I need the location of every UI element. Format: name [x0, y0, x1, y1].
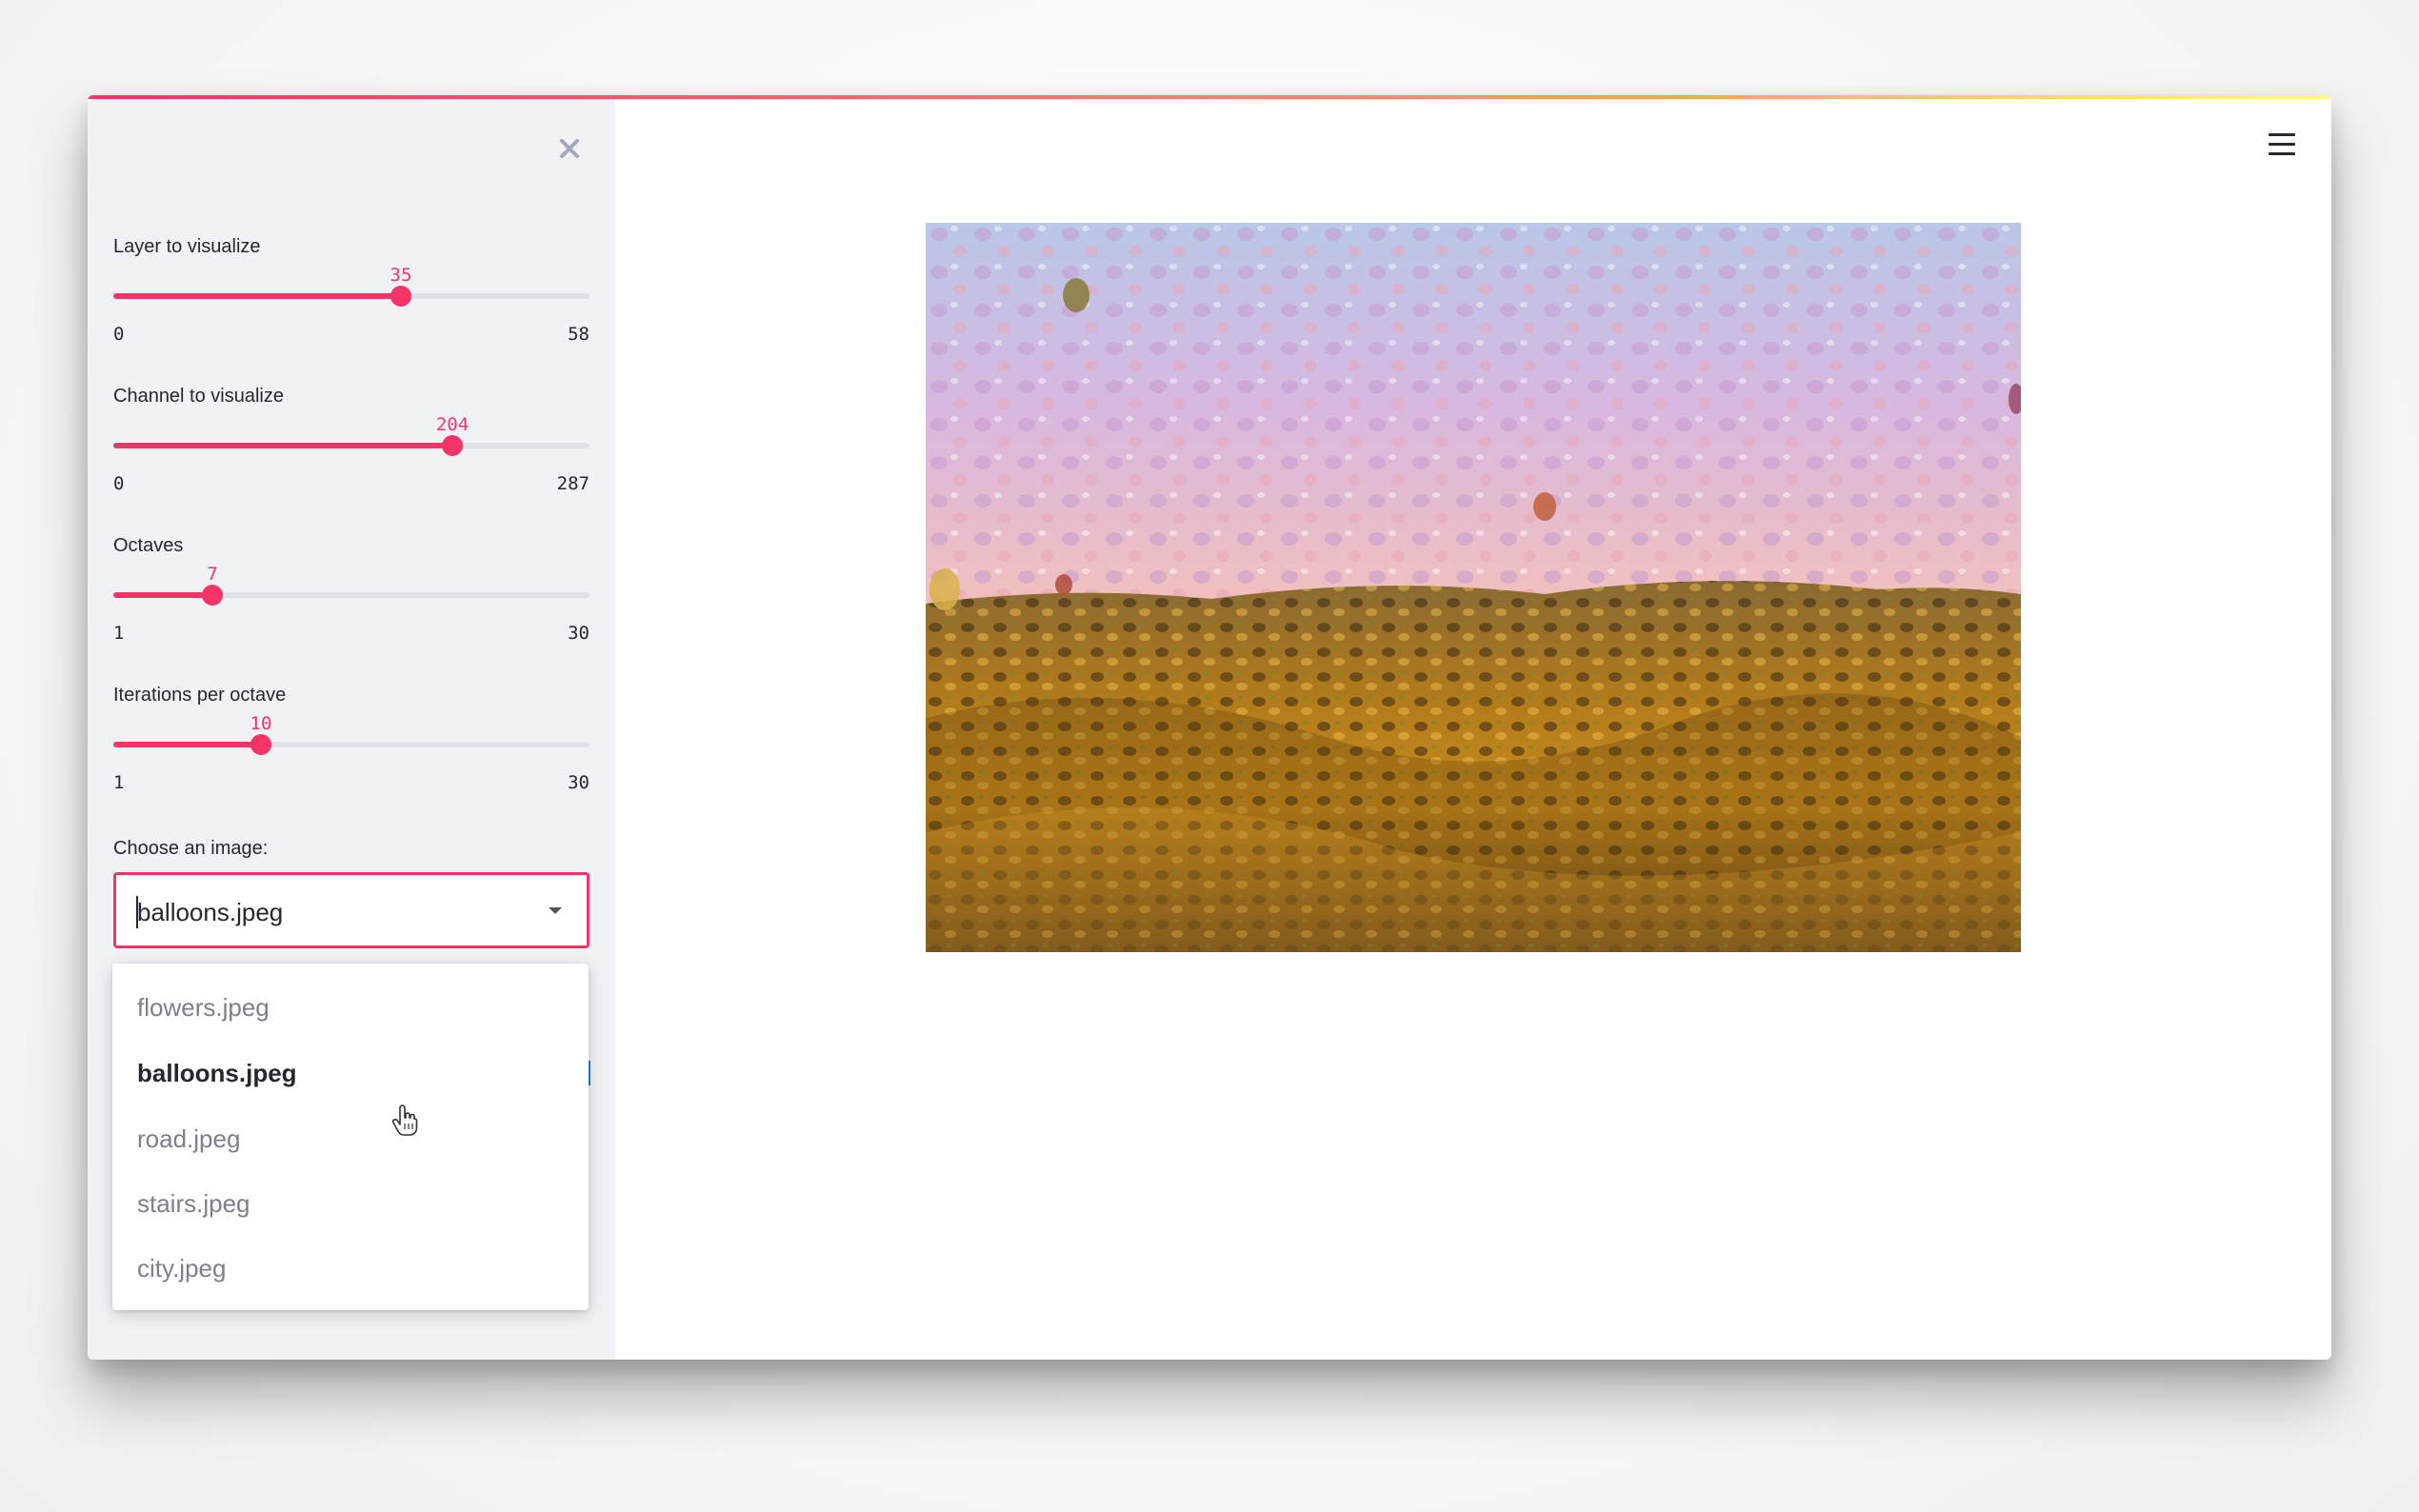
slider-value: 35 — [390, 265, 412, 286]
chevron-down-icon — [549, 907, 562, 914]
dropdown-option-road[interactable]: road.jpeg — [112, 1106, 589, 1171]
slider-label: Octaves — [113, 535, 184, 556]
slider-thumb[interactable] — [202, 585, 223, 606]
slider-track[interactable] — [113, 592, 590, 598]
slider-value: 7 — [207, 564, 218, 585]
slider-max: 58 — [568, 324, 590, 345]
slider-value: 204 — [435, 414, 470, 435]
slider-max: 30 — [568, 623, 590, 644]
app-window: Layer to visualize 35 0 58 Channel to vi… — [88, 95, 2331, 1360]
dropdown-option-flowers[interactable]: flowers.jpeg — [112, 975, 589, 1040]
slider-fill — [113, 293, 401, 299]
slider-max: 30 — [568, 772, 590, 793]
slider-fill — [113, 592, 212, 598]
slider-fill — [113, 742, 261, 747]
image-select-value: balloons.jpeg — [137, 898, 284, 926]
slider-label: Channel to visualize — [113, 386, 284, 407]
slider-track[interactable] — [113, 293, 590, 299]
slider-fill — [113, 443, 452, 448]
slider-label: Layer to visualize — [113, 236, 261, 257]
slider-min: 1 — [113, 772, 125, 793]
hamburger-menu-icon[interactable] — [2269, 133, 2295, 156]
slider-min: 1 — [113, 623, 125, 644]
slider-track[interactable] — [113, 443, 590, 448]
slider-max: 287 — [556, 473, 590, 494]
dropdown-option-city[interactable]: city.jpeg — [112, 1236, 589, 1301]
slider-min: 0 — [113, 324, 125, 345]
slider-track[interactable] — [113, 742, 590, 747]
image-select-label: Choose an image: — [113, 838, 269, 859]
close-sidebar-button[interactable] — [550, 129, 589, 168]
dropdown-option-stairs[interactable]: stairs.jpeg — [112, 1171, 589, 1236]
close-icon — [560, 139, 579, 158]
slider-value: 10 — [250, 713, 272, 734]
slider-thumb[interactable] — [390, 286, 411, 307]
sidebar: Layer to visualize 35 0 58 Channel to vi… — [88, 99, 615, 1360]
deep-dream-output-image — [926, 223, 2021, 952]
image-select-dropdown: flowers.jpeg balloons.jpeg road.jpeg sta… — [112, 964, 589, 1310]
slider-thumb[interactable] — [250, 734, 271, 755]
hand-pointer-cursor-icon — [391, 1104, 418, 1136]
slider-min: 0 — [113, 473, 125, 494]
image-select[interactable]: balloons.jpeg — [113, 872, 590, 948]
main-content — [615, 99, 2331, 1360]
slider-label: Iterations per octave — [113, 685, 287, 706]
slider-thumb[interactable] — [442, 435, 463, 456]
dropdown-option-balloons[interactable]: balloons.jpeg — [112, 1041, 589, 1105]
